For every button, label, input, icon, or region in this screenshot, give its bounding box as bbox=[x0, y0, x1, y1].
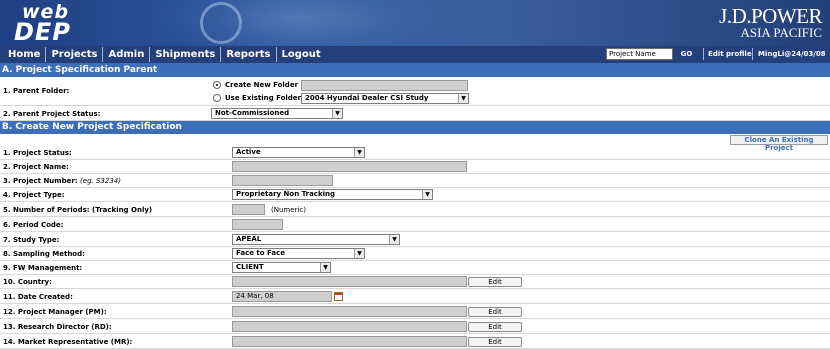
create-new-folder-radio[interactable] bbox=[213, 81, 221, 89]
parent-status-select[interactable]: Not-Commissioned ▼ bbox=[211, 108, 343, 119]
numeric-hint: (Numeric) bbox=[271, 206, 306, 214]
use-existing-folder-radio[interactable] bbox=[213, 94, 221, 102]
periods-label: 5. Number of Periods: (Tracking Only) bbox=[3, 206, 153, 214]
fw-mgmt-value: CLIENT bbox=[236, 263, 264, 271]
ring-graphic bbox=[200, 2, 242, 44]
study-type-select[interactable]: APEAL ▼ bbox=[232, 234, 400, 245]
new-folder-name-input[interactable] bbox=[301, 80, 468, 91]
nav-projects[interactable]: Projects bbox=[46, 47, 104, 62]
period-code-input[interactable] bbox=[232, 219, 283, 230]
create-new-folder-label: Create New Folder bbox=[225, 81, 299, 89]
nav-shipments[interactable]: Shipments bbox=[150, 47, 222, 62]
go-button[interactable]: GO bbox=[677, 48, 696, 60]
study-type-label: 7. Study Type: bbox=[3, 236, 60, 244]
app-logo-dep: DEP bbox=[14, 18, 71, 46]
country-input[interactable] bbox=[232, 276, 467, 287]
pm-input[interactable] bbox=[232, 306, 467, 317]
parent-folder-row: 1. Parent Folder: Create New Folder Use … bbox=[0, 77, 830, 106]
nav-home[interactable]: Home bbox=[3, 47, 47, 62]
sampling-row: 8. Sampling Method: Face to Face ▼ bbox=[0, 247, 830, 261]
date-created-input[interactable]: 24 Mar, 08 bbox=[232, 291, 332, 302]
sampling-value: Face to Face bbox=[236, 249, 286, 257]
chevron-down-icon: ▼ bbox=[354, 148, 364, 157]
fw-mgmt-label: 9. FW Management: bbox=[3, 264, 83, 272]
mr-input[interactable] bbox=[232, 336, 467, 347]
project-name-input[interactable] bbox=[232, 161, 467, 172]
nav-reports[interactable]: Reports bbox=[221, 47, 277, 62]
chevron-down-icon: ▼ bbox=[320, 263, 330, 272]
edit-country-button[interactable]: Edit bbox=[468, 277, 522, 287]
parent-status-label: 2. Parent Project Status: bbox=[3, 110, 101, 118]
project-type-value: Proprietary Non Tracking bbox=[236, 190, 335, 198]
existing-folder-select[interactable]: 2004 Hyundai Dealer CSI Study ▼ bbox=[301, 93, 469, 104]
main-nav-bar: Home Projects Admin Shipments Reports Lo… bbox=[0, 46, 830, 63]
project-status-label: 1. Project Status: bbox=[3, 149, 72, 157]
mr-row: 14. Market Representative (MR): Edit bbox=[0, 334, 830, 349]
chevron-down-icon: ▼ bbox=[422, 190, 432, 199]
period-code-label: 6. Period Code: bbox=[3, 221, 64, 229]
use-existing-folder-label: Use Existing Folder bbox=[225, 94, 301, 102]
main-nav: Home Projects Admin Shipments Reports Lo… bbox=[3, 47, 326, 62]
project-number-input[interactable] bbox=[232, 175, 333, 186]
rd-row: 13. Research Director (RD): Edit bbox=[0, 319, 830, 334]
edit-mr-button[interactable]: Edit bbox=[468, 337, 522, 347]
fw-mgmt-select[interactable]: CLIENT ▼ bbox=[232, 262, 331, 273]
clone-project-button[interactable]: Clone An Existing Project bbox=[730, 135, 828, 152]
rd-label: 13. Research Director (RD): bbox=[3, 323, 112, 331]
mr-label: 14. Market Representative (MR): bbox=[3, 338, 133, 346]
nav-admin[interactable]: Admin bbox=[103, 47, 151, 62]
section-a-header: A. Project Specification Parent bbox=[0, 63, 830, 77]
parent-status-value: Not-Commissioned bbox=[215, 109, 290, 117]
country-label: 10. Country: bbox=[3, 278, 52, 286]
project-status-value: Active bbox=[236, 148, 261, 156]
study-type-row: 7. Study Type: APEAL ▼ bbox=[0, 232, 830, 247]
edit-profile-link[interactable]: Edit profile bbox=[703, 48, 752, 60]
project-number-label-group: 3. Project Number: (eg. S3234) bbox=[3, 177, 121, 185]
project-status-select[interactable]: Active ▼ bbox=[232, 147, 365, 158]
fw-mgmt-row: 9. FW Management: CLIENT ▼ bbox=[0, 261, 830, 275]
period-code-row: 6. Period Code: bbox=[0, 217, 830, 232]
parent-folder-label: 1. Parent Folder: bbox=[3, 87, 70, 95]
project-search-input[interactable]: Project Name bbox=[606, 48, 673, 60]
section-b-header: B. Create New Project Specification bbox=[0, 121, 830, 134]
periods-input[interactable] bbox=[232, 204, 265, 215]
edit-rd-button[interactable]: Edit bbox=[468, 322, 522, 332]
user-info: MingLi@24/03/08 bbox=[752, 48, 826, 60]
study-type-value: APEAL bbox=[236, 235, 262, 243]
project-number-label: 3. Project Number: bbox=[3, 177, 78, 185]
pm-row: 12. Project Manager (PM): Edit bbox=[0, 304, 830, 319]
chevron-down-icon: ▼ bbox=[332, 109, 342, 118]
sampling-select[interactable]: Face to Face ▼ bbox=[232, 248, 365, 259]
chevron-down-icon: ▼ bbox=[458, 94, 468, 103]
project-type-row: 4. Project Type: Proprietary Non Trackin… bbox=[0, 188, 830, 202]
pm-label: 12. Project Manager (PM): bbox=[3, 308, 107, 316]
chevron-down-icon: ▼ bbox=[354, 249, 364, 258]
periods-row: 5. Number of Periods: (Tracking Only) (N… bbox=[0, 202, 830, 217]
company-logo-line2: ASIA PACIFIC bbox=[740, 25, 822, 40]
existing-folder-value: 2004 Hyundai Dealer CSI Study bbox=[305, 94, 429, 102]
project-name-row: 2. Project Name: bbox=[0, 160, 830, 174]
edit-pm-button[interactable]: Edit bbox=[468, 307, 522, 317]
project-type-select[interactable]: Proprietary Non Tracking ▼ bbox=[232, 189, 433, 200]
date-created-label: 11. Date Created: bbox=[3, 293, 73, 301]
project-status-row: 1. Project Status: Active ▼ bbox=[0, 146, 830, 160]
project-name-label: 2. Project Name: bbox=[3, 163, 69, 171]
project-number-row: 3. Project Number: (eg. S3234) bbox=[0, 174, 830, 188]
calendar-icon[interactable] bbox=[334, 292, 343, 301]
project-number-note: (eg. S3234) bbox=[80, 177, 121, 185]
globe-graphic bbox=[150, 0, 450, 46]
date-created-row: 11. Date Created: 24 Mar, 08 bbox=[0, 289, 830, 304]
chevron-down-icon: ▼ bbox=[389, 235, 399, 244]
header-banner: web DEP J.D.POWER ASIA PACIFIC bbox=[0, 0, 830, 46]
sampling-label: 8. Sampling Method: bbox=[3, 250, 85, 258]
rd-input[interactable] bbox=[232, 321, 467, 332]
parent-status-row: 2. Parent Project Status: Not-Commission… bbox=[0, 106, 830, 121]
nav-logout[interactable]: Logout bbox=[277, 47, 326, 62]
country-row: 10. Country: Edit bbox=[0, 275, 830, 289]
project-type-label: 4. Project Type: bbox=[3, 191, 65, 199]
